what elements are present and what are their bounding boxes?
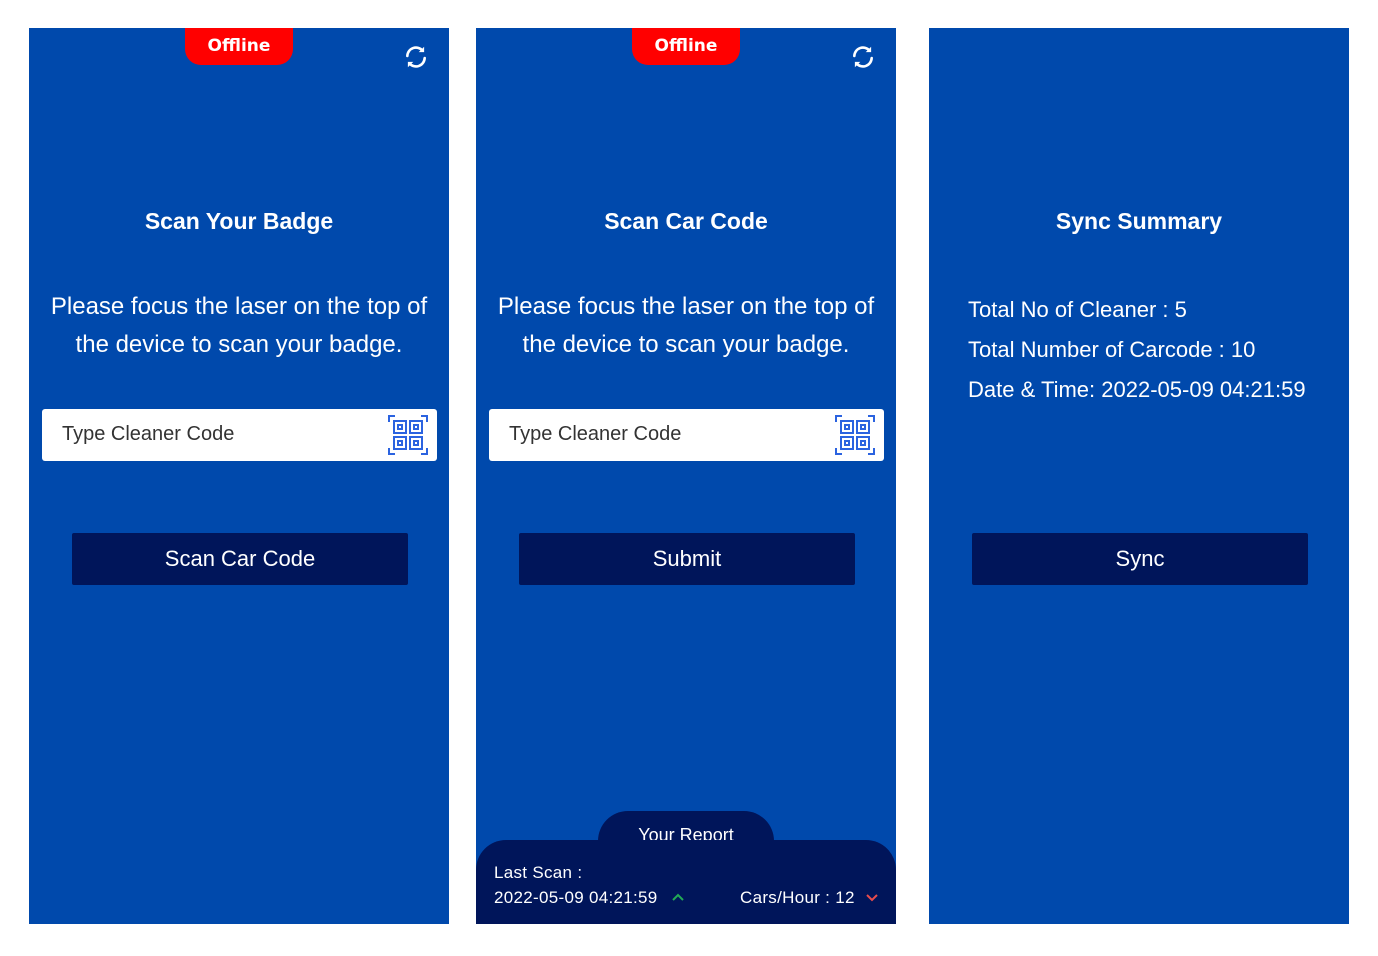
qr-scan-icon[interactable] [834, 414, 876, 456]
cleaner-code-field[interactable] [42, 409, 437, 461]
page-title: Scan Your Badge [144, 208, 334, 234]
instructions: Please focus the laser on the top of the… [50, 293, 428, 358]
qr-scan-icon[interactable] [387, 414, 429, 456]
sync-summary-screen: Sync Summary Total No of Cleaner : 5 Tot… [929, 28, 1349, 924]
trend-up-icon [672, 893, 684, 901]
refresh-icon[interactable] [403, 44, 429, 70]
offline-badge: Offline [632, 28, 740, 65]
page-title: Scan Car Code [604, 208, 768, 234]
page-title: Sync Summary [1055, 208, 1223, 234]
scan-car-code-button[interactable]: Scan Car Code [72, 533, 408, 585]
sync-datetime: Date & Time: 2022-05-09 04:21:59 [968, 377, 1306, 402]
offline-badge: Offline [185, 28, 293, 65]
scan-car-code-screen: Offline Scan Car Code Please focus the l… [476, 28, 896, 924]
cars-per-hour: Cars/Hour : 12 [740, 888, 855, 907]
total-carcode: Total Number of Carcode : 10 [968, 337, 1256, 362]
report-panel: Last Scan : 2022-05-09 04:21:59 Cars/Hou… [476, 840, 896, 924]
sync-button[interactable]: Sync [972, 533, 1308, 585]
trend-down-icon [866, 894, 878, 902]
refresh-icon[interactable] [850, 44, 876, 70]
last-scan-value: 2022-05-09 04:21:59 [494, 888, 658, 907]
last-scan-label: Last Scan : [494, 863, 583, 882]
scan-badge-screen: Offline Scan Your Badge Please focus the… [29, 28, 449, 924]
cleaner-code-input[interactable] [507, 422, 811, 447]
instructions: Please focus the laser on the top of the… [497, 293, 875, 358]
cleaner-code-field[interactable] [489, 409, 884, 461]
submit-button[interactable]: Submit [519, 533, 855, 585]
cleaner-code-input[interactable] [60, 422, 364, 447]
total-cleaners: Total No of Cleaner : 5 [968, 297, 1187, 322]
